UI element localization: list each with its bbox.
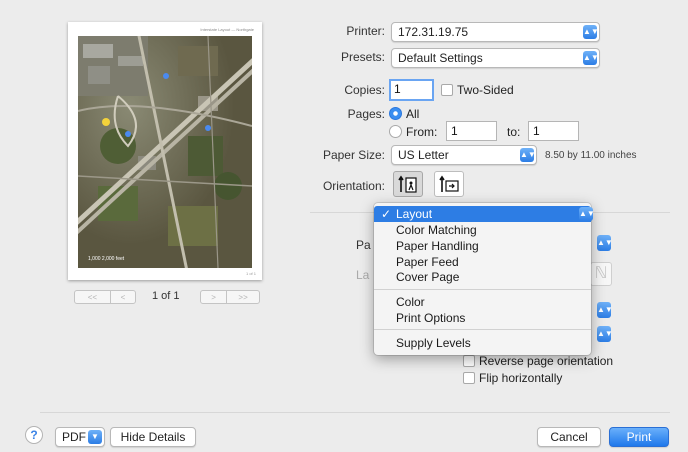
menu-item-color-matching[interactable]: Color Matching <box>374 222 591 238</box>
chevron-up-down-icon[interactable]: ▲▼ <box>597 302 613 318</box>
menu-item-layout[interactable]: ✓ Layout ▲▼ <box>374 206 595 222</box>
pages-all-radio[interactable] <box>389 107 402 120</box>
copies-field[interactable]: 1 <box>389 79 434 101</box>
chevron-up-down-icon: ▲▼ <box>583 25 599 39</box>
chevron-up-down-icon: ▲▼ <box>579 207 595 221</box>
pages-from-label: From: <box>406 125 438 139</box>
menu-item-cover-page[interactable]: Cover Page <box>374 269 591 285</box>
footer-separator <box>40 412 670 413</box>
next-page-button[interactable]: > <box>201 291 226 303</box>
hide-details-button[interactable]: Hide Details <box>110 427 196 447</box>
chevron-up-down-icon[interactable]: ▲▼ <box>597 326 613 342</box>
pages-from-field[interactable]: 1 <box>446 121 497 141</box>
pages-to-label: to: <box>507 125 521 139</box>
presets-value: Default Settings <box>398 51 483 65</box>
reverse-orientation-checkbox[interactable] <box>463 355 475 367</box>
menu-item-supply-levels[interactable]: Supply Levels <box>374 335 591 351</box>
aerial-map-image <box>78 36 252 268</box>
preview-forward-controls: > >> <box>200 290 260 304</box>
menu-item-paper-feed[interactable]: Paper Feed <box>374 254 591 270</box>
chevron-up-down-icon: ▲▼ <box>520 148 536 162</box>
first-page-button[interactable]: << <box>75 291 110 303</box>
portrait-orientation-button[interactable] <box>393 171 423 197</box>
menu-item-color[interactable]: Color <box>374 294 591 310</box>
preview-caption: Interstate Layout — Northgate <box>200 27 254 32</box>
presets-popup[interactable]: Default Settings ▲▼ <box>391 48 600 68</box>
reverse-orientation-label: Reverse page orientation <box>479 354 614 368</box>
layout-direction-label: La <box>356 268 370 282</box>
menu-separator <box>374 289 591 290</box>
printer-label: Printer: <box>346 24 385 38</box>
preview-page-number: 1 of 1 <box>245 271 256 276</box>
cancel-button[interactable]: Cancel <box>537 427 601 447</box>
preview-back-controls: << < <box>74 290 136 304</box>
landscape-orientation-icon <box>439 175 459 192</box>
pages-all-label: All <box>406 107 420 121</box>
help-button[interactable]: ? <box>25 426 43 444</box>
flip-horizontally-checkbox[interactable] <box>463 372 475 384</box>
portrait-orientation-icon <box>398 175 417 193</box>
page-count: 1 of 1 <box>152 290 180 302</box>
flip-horizontally-label: Flip horizontally <box>479 371 563 385</box>
previous-page-button[interactable]: < <box>109 291 135 303</box>
pages-per-sheet-label: Pa <box>356 238 371 252</box>
landscape-orientation-button[interactable] <box>434 171 464 197</box>
paper-dimensions: 8.50 by 11.00 inches <box>545 150 637 161</box>
panel-dropdown-menu: ✓ Layout ▲▼ Color Matching Paper Handlin… <box>374 203 595 355</box>
pages-to-field[interactable]: 1 <box>528 121 579 141</box>
print-preview: Interstate Layout — Northgate 1,000 2,00… <box>68 22 262 280</box>
pdf-menu-button[interactable]: PDF ▼ <box>55 427 105 447</box>
menu-item-paper-handling[interactable]: Paper Handling <box>374 238 591 254</box>
two-sided-label: Two-Sided <box>457 83 514 97</box>
paper-size-popup[interactable]: US Letter ▲▼ <box>391 145 537 165</box>
last-page-button[interactable]: >> <box>226 291 259 303</box>
menu-separator <box>374 329 591 330</box>
pdf-label: PDF <box>62 430 86 444</box>
printer-popup[interactable]: 172.31.19.75 ▲▼ <box>391 22 600 42</box>
layout-direction-n-icon[interactable]: ℕ <box>590 262 612 286</box>
paper-size-label: Paper Size: <box>322 148 385 162</box>
printer-value: 172.31.19.75 <box>398 25 469 39</box>
chevron-up-down-icon: ▲▼ <box>583 51 599 65</box>
presets-label: Presets: <box>340 50 385 64</box>
map-scale-bar: 1,000 2,000 feet <box>88 256 125 262</box>
preview-map-image: 1,000 2,000 feet <box>78 36 252 268</box>
orientation-label: Orientation: <box>322 179 385 193</box>
menu-item-print-options[interactable]: Print Options <box>374 310 591 326</box>
copies-label: Copies: <box>344 83 385 97</box>
chevron-up-down-icon[interactable]: ▲▼ <box>597 235 613 251</box>
print-button[interactable]: Print <box>609 427 669 447</box>
two-sided-checkbox[interactable] <box>441 84 453 96</box>
pages-from-radio[interactable] <box>389 125 402 138</box>
paper-size-value: US Letter <box>398 148 449 162</box>
checkmark-icon: ✓ <box>381 207 392 221</box>
chevron-down-icon: ▼ <box>88 430 102 444</box>
pages-label: Pages: <box>347 107 385 121</box>
